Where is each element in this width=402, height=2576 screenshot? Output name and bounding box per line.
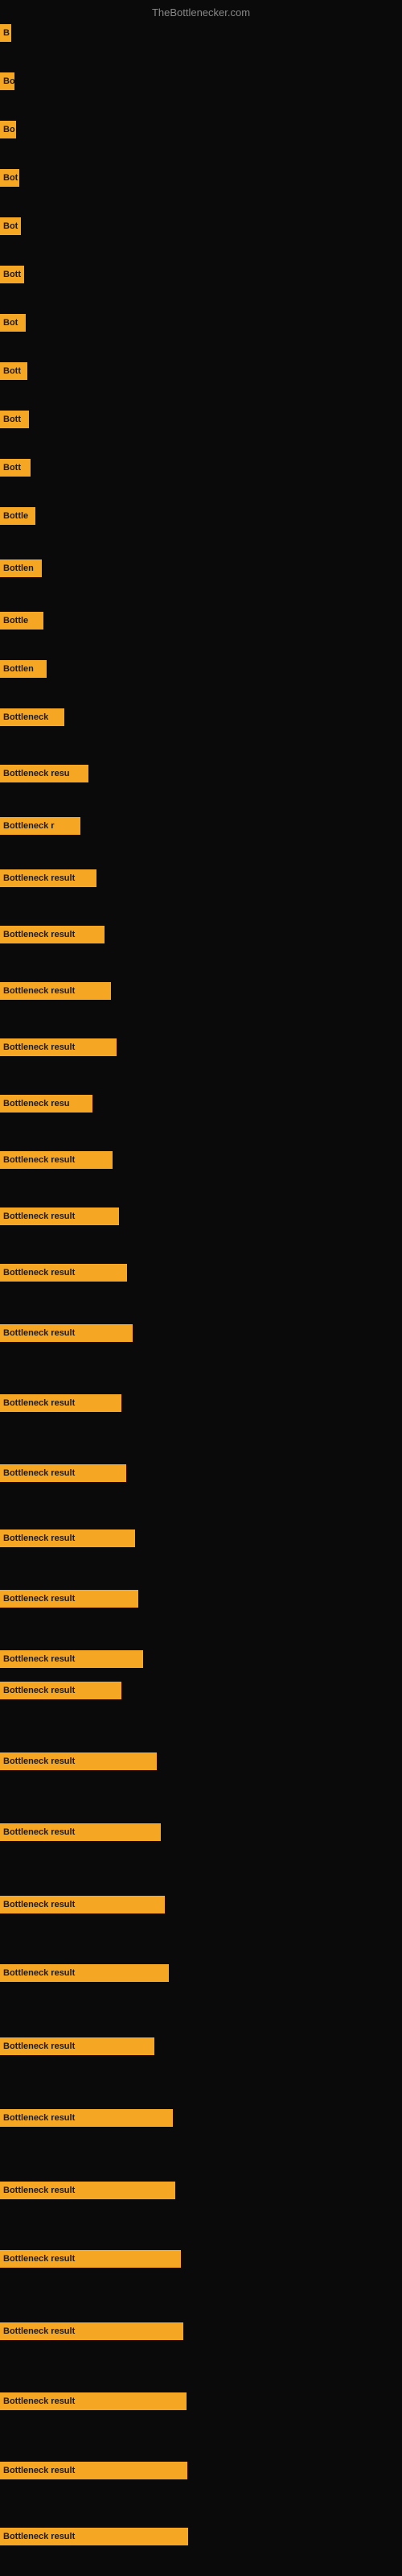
bar-item: Bottleneck result xyxy=(0,1752,157,1770)
bar-item: Bottleneck result xyxy=(0,1264,127,1282)
bar-label: Bottleneck result xyxy=(0,1151,113,1169)
bar-item: Bottleneck result xyxy=(0,1038,117,1056)
bar-item: Bottleneck result xyxy=(0,2462,187,2479)
bar-item: Bottleneck resu xyxy=(0,1095,92,1113)
bar-label: Bottleneck result xyxy=(0,1650,143,1668)
bar-item: Bott xyxy=(0,266,24,283)
bar-label: Bottleneck result xyxy=(0,2392,187,2410)
bar-item: Bottleneck xyxy=(0,708,64,726)
bar-label: Bottle xyxy=(0,612,43,630)
bar-item: Bottleneck result xyxy=(0,2037,154,2055)
bar-label: Bottleneck result xyxy=(0,1038,117,1056)
bar-label: Bottleneck resu xyxy=(0,765,88,782)
bar-item: Bottleneck result xyxy=(0,1208,119,1225)
bar-item: Bottleneck result xyxy=(0,1530,135,1547)
bar-label: Bottleneck result xyxy=(0,1464,126,1482)
bar-label: Bottleneck xyxy=(0,708,64,726)
bar-item: Bottleneck result xyxy=(0,2250,181,2268)
bar-item: Bottleneck result xyxy=(0,2182,175,2199)
bar-item: Bottleneck result xyxy=(0,2392,187,2410)
bar-label: Bottleneck result xyxy=(0,869,96,887)
bar-label: Bottleneck result xyxy=(0,926,105,943)
bar-label: Bott xyxy=(0,362,27,380)
bar-item: Bottlen xyxy=(0,660,47,678)
bar-item: Bottleneck result xyxy=(0,926,105,943)
bar-item: Bottleneck result xyxy=(0,2322,183,2340)
bar-label: Bottleneck result xyxy=(0,2528,188,2545)
bar-item: Bottleneck result xyxy=(0,1324,133,1342)
bar-label: Bottleneck result xyxy=(0,1264,127,1282)
bar-label: Bottleneck resu xyxy=(0,1095,92,1113)
bar-label: Bottleneck result xyxy=(0,1752,157,1770)
bar-item: Bott xyxy=(0,362,27,380)
bar-item: Bottleneck result xyxy=(0,1896,165,1913)
bar-label: Bottleneck result xyxy=(0,2250,181,2268)
bar-item: Bot xyxy=(0,314,26,332)
bar-item: Bottle xyxy=(0,612,43,630)
bar-item: Bottleneck result xyxy=(0,2109,173,2127)
bar-label: Bottleneck r xyxy=(0,817,80,835)
bar-label: Bottleneck result xyxy=(0,1530,135,1547)
bar-item: Bottleneck result xyxy=(0,982,111,1000)
bar-label: Bott xyxy=(0,266,24,283)
bar-label: Bottlen xyxy=(0,559,42,577)
bar-item: Bottleneck result xyxy=(0,869,96,887)
bar-label: Bo xyxy=(0,72,14,90)
bar-item: Bottleneck result xyxy=(0,1590,138,1608)
bar-label: B xyxy=(0,24,11,42)
bar-label: Bottleneck result xyxy=(0,1394,121,1412)
bar-item: Bot xyxy=(0,169,19,187)
bar-item: Bottleneck resu xyxy=(0,765,88,782)
bar-item: Bottleneck result xyxy=(0,1823,161,1841)
bar-label: Bottle xyxy=(0,507,35,525)
site-title: TheBottlenecker.com xyxy=(152,6,250,19)
bar-label: Bottlen xyxy=(0,660,47,678)
bar-item: Bottleneck result xyxy=(0,1682,121,1699)
bar-label: Bo xyxy=(0,121,16,138)
bar-item: Bottleneck result xyxy=(0,1650,143,1668)
bar-label: Bott xyxy=(0,459,31,477)
bar-label: Bottleneck result xyxy=(0,2182,175,2199)
bar-label: Bottleneck result xyxy=(0,1590,138,1608)
bar-label: Bottleneck result xyxy=(0,2109,173,2127)
bar-label: Bott xyxy=(0,411,29,428)
bar-label: Bottleneck result xyxy=(0,1682,121,1699)
bar-label: Bottleneck result xyxy=(0,2462,187,2479)
bar-label: Bot xyxy=(0,217,21,235)
bar-label: Bottleneck result xyxy=(0,1324,133,1342)
bar-label: Bottleneck result xyxy=(0,1964,169,1982)
bar-item: Bott xyxy=(0,411,29,428)
bar-item: Bottleneck r xyxy=(0,817,80,835)
bar-item: Bot xyxy=(0,217,21,235)
bar-item: Bottleneck result xyxy=(0,1964,169,1982)
bar-item: Bottle xyxy=(0,507,35,525)
bar-label: Bottleneck result xyxy=(0,1823,161,1841)
bar-label: Bottleneck result xyxy=(0,2037,154,2055)
bar-item: Bo xyxy=(0,121,16,138)
bar-item: Bottleneck result xyxy=(0,1394,121,1412)
bar-label: Bot xyxy=(0,169,19,187)
bar-item: Bottleneck result xyxy=(0,1151,113,1169)
bar-label: Bottleneck result xyxy=(0,1208,119,1225)
bar-label: Bottleneck result xyxy=(0,982,111,1000)
bar-item: Bo xyxy=(0,72,14,90)
bar-item: B xyxy=(0,24,11,42)
bar-label: Bottleneck result xyxy=(0,1896,165,1913)
bar-item: Bottlen xyxy=(0,559,42,577)
bar-label: Bot xyxy=(0,314,26,332)
bar-item: Bottleneck result xyxy=(0,1464,126,1482)
bar-item: Bott xyxy=(0,459,31,477)
bar-label: Bottleneck result xyxy=(0,2322,183,2340)
bar-item: Bottleneck result xyxy=(0,2528,188,2545)
